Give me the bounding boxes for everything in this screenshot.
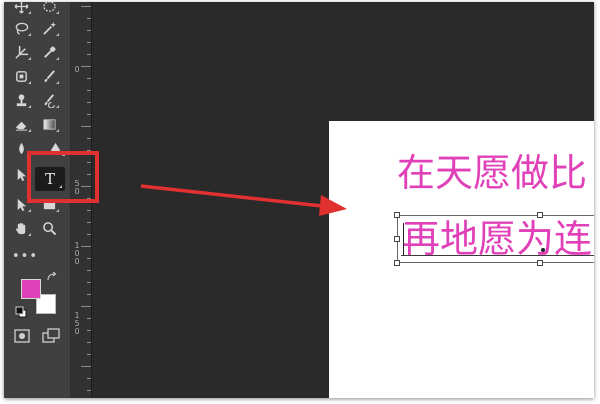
photoshop-window: T ••• 0 50 100 150 在天愿做比 再地愿为连 xyxy=(4,2,594,398)
foreground-color-swatch[interactable] xyxy=(21,279,41,299)
annotation-arrow xyxy=(140,184,347,216)
